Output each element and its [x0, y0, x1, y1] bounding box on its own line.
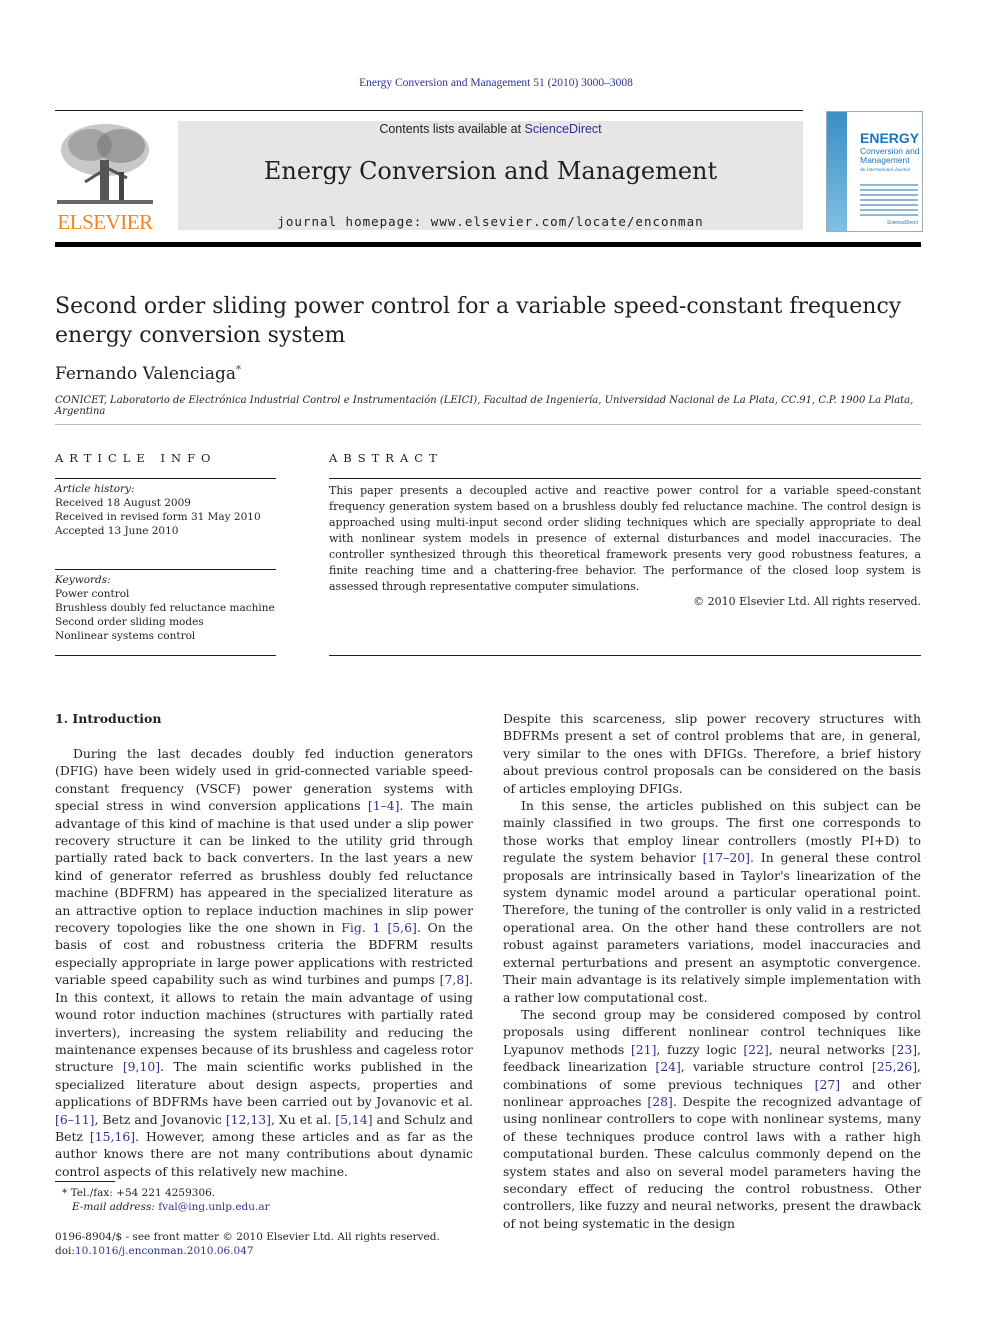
cover-topic-list	[860, 184, 918, 219]
citation-link[interactable]: [6–11]	[55, 1112, 95, 1127]
sciencedirect-link[interactable]: ScienceDirect	[525, 122, 602, 136]
issn-line: 0196-8904/$ - see front matter © 2010 El…	[55, 1231, 440, 1243]
citation-link[interactable]: [22]	[743, 1042, 768, 1057]
paragraph: The second group may be considered compo…	[503, 1006, 921, 1231]
citation-link[interactable]: [5,6]	[387, 920, 416, 935]
citation-link[interactable]: [9,10]	[123, 1059, 160, 1074]
author-affiliation: CONICET, Laboratorio de Electrónica Indu…	[55, 395, 914, 417]
article-history-label: Article history:	[55, 483, 135, 495]
citation-link[interactable]: [17–20]	[703, 850, 750, 865]
citation-link[interactable]: [12,13]	[226, 1112, 271, 1127]
journal-citation[interactable]: Energy Conversion and Management 51 (201…	[0, 77, 992, 89]
citation-link[interactable]: [24]	[655, 1059, 680, 1074]
abstract-heading: ABSTRACT	[329, 451, 443, 465]
abstract-copyright: © 2010 Elsevier Ltd. All rights reserved…	[693, 595, 921, 608]
journal-cover-thumbnail[interactable]: ENERGY Conversion and Management An Inte…	[826, 111, 923, 232]
cover-title-line3: Management	[860, 155, 910, 165]
citation-link[interactable]: [27]	[815, 1077, 840, 1092]
citation-link[interactable]: [5,14]	[335, 1112, 372, 1127]
affiliation-rule	[55, 424, 921, 425]
abstract-bottom-rule	[329, 655, 921, 656]
cover-tagline: An International Journal	[860, 168, 910, 173]
header-rule	[55, 110, 803, 111]
article-info-bottom-rule	[55, 655, 276, 656]
corresponding-author-footnote: * Tel./fax: +54 221 4259306. E-mail addr…	[62, 1186, 270, 1214]
keywords-rule	[55, 569, 276, 570]
history-accepted: Accepted 13 June 2010	[55, 525, 179, 537]
article-history: Article history: Received 18 August 2009…	[55, 482, 276, 538]
journal-name: Energy Conversion and Management	[263, 157, 718, 185]
body-column-left: During the last decades doubly fed induc…	[55, 745, 473, 1180]
elsevier-wordmark: ELSEVIER	[57, 210, 153, 234]
footnote-mark: *	[62, 1187, 68, 1199]
contents-prefix: Contents lists available at	[379, 122, 525, 136]
article-info-heading: ARTICLE INFO	[55, 451, 217, 465]
paragraph: Despite this scarceness, slip power reco…	[503, 711, 921, 796]
email-label: E-mail address:	[72, 1201, 159, 1213]
citation-link[interactable]: [21]	[631, 1042, 656, 1057]
abstract-text: This paper presents a decoupled active a…	[329, 484, 921, 593]
corresponding-author-mark[interactable]: *	[236, 364, 241, 375]
paragraph: In this sense, the articles published on…	[503, 798, 921, 1005]
keyword: Power control	[55, 588, 130, 600]
history-revised: Received in revised form 31 May 2010	[55, 511, 261, 523]
cover-subtitle: Conversion and Management	[860, 147, 920, 165]
elsevier-logo[interactable]: ELSEVIER	[55, 120, 155, 234]
keywords-label: Keywords:	[55, 574, 111, 586]
front-matter: 0196-8904/$ - see front matter © 2010 El…	[55, 1230, 440, 1258]
cover-strip	[827, 112, 847, 231]
article-info-rule	[55, 478, 276, 479]
citation-link[interactable]: [7,8]	[440, 972, 469, 987]
footnote-tel: * Tel./fax: +54 221 4259306.	[62, 1186, 270, 1200]
footnote-email: E-mail address: fval@ing.unlp.edu.ar	[62, 1200, 270, 1214]
doi-line: doi:10.1016/j.enconman.2010.06.047	[55, 1244, 440, 1258]
doi-prefix: doi:	[55, 1245, 75, 1257]
author-name: Fernando Valenciaga	[55, 364, 237, 384]
history-received: Received 18 August 2009	[55, 497, 191, 509]
keyword: Second order sliding modes	[55, 616, 204, 628]
doi-link[interactable]: 10.1016/j.enconman.2010.06.047	[75, 1245, 254, 1257]
citation-link[interactable]: [23]	[892, 1042, 917, 1057]
journal-masthead: Contents lists available at ScienceDirec…	[178, 121, 803, 230]
keyword: Nonlinear systems control	[55, 630, 196, 642]
article-title: Second order sliding power control for a…	[55, 294, 902, 348]
figure-link[interactable]: Fig. 1	[341, 920, 380, 935]
body-column-right: Despite this scarceness, slip power reco…	[503, 710, 921, 1232]
contents-line: Contents lists available at ScienceDirec…	[178, 121, 803, 136]
elsevier-tree-icon	[57, 124, 153, 204]
section-heading-introduction: 1. Introduction	[55, 711, 162, 726]
abstract-rule	[329, 478, 921, 479]
citation-link[interactable]: [28]	[647, 1094, 672, 1109]
author-line: Fernando Valenciaga*	[55, 364, 241, 384]
footnote-tel-text: Tel./fax: +54 221 4259306.	[70, 1187, 216, 1199]
keywords-block: Keywords: Power control Brushless doubly…	[55, 573, 276, 643]
email-link[interactable]: fval@ing.unlp.edu.ar	[158, 1201, 269, 1213]
cover-footer: ScienceDirect	[887, 220, 918, 226]
citation-link[interactable]: [25,26]	[872, 1059, 917, 1074]
journal-homepage-link[interactable]: journal homepage: www.elsevier.com/locat…	[178, 214, 803, 229]
citation-link[interactable]: [15,16]	[90, 1129, 135, 1144]
masthead-thick-rule	[55, 242, 921, 247]
footnote-rule	[55, 1181, 115, 1182]
keyword: Brushless doubly fed reluctance machine	[55, 602, 275, 614]
cover-title: ENERGY	[860, 130, 920, 146]
paragraph: During the last decades doubly fed induc…	[55, 746, 473, 1179]
citation-link[interactable]: [1–4]	[368, 798, 400, 813]
